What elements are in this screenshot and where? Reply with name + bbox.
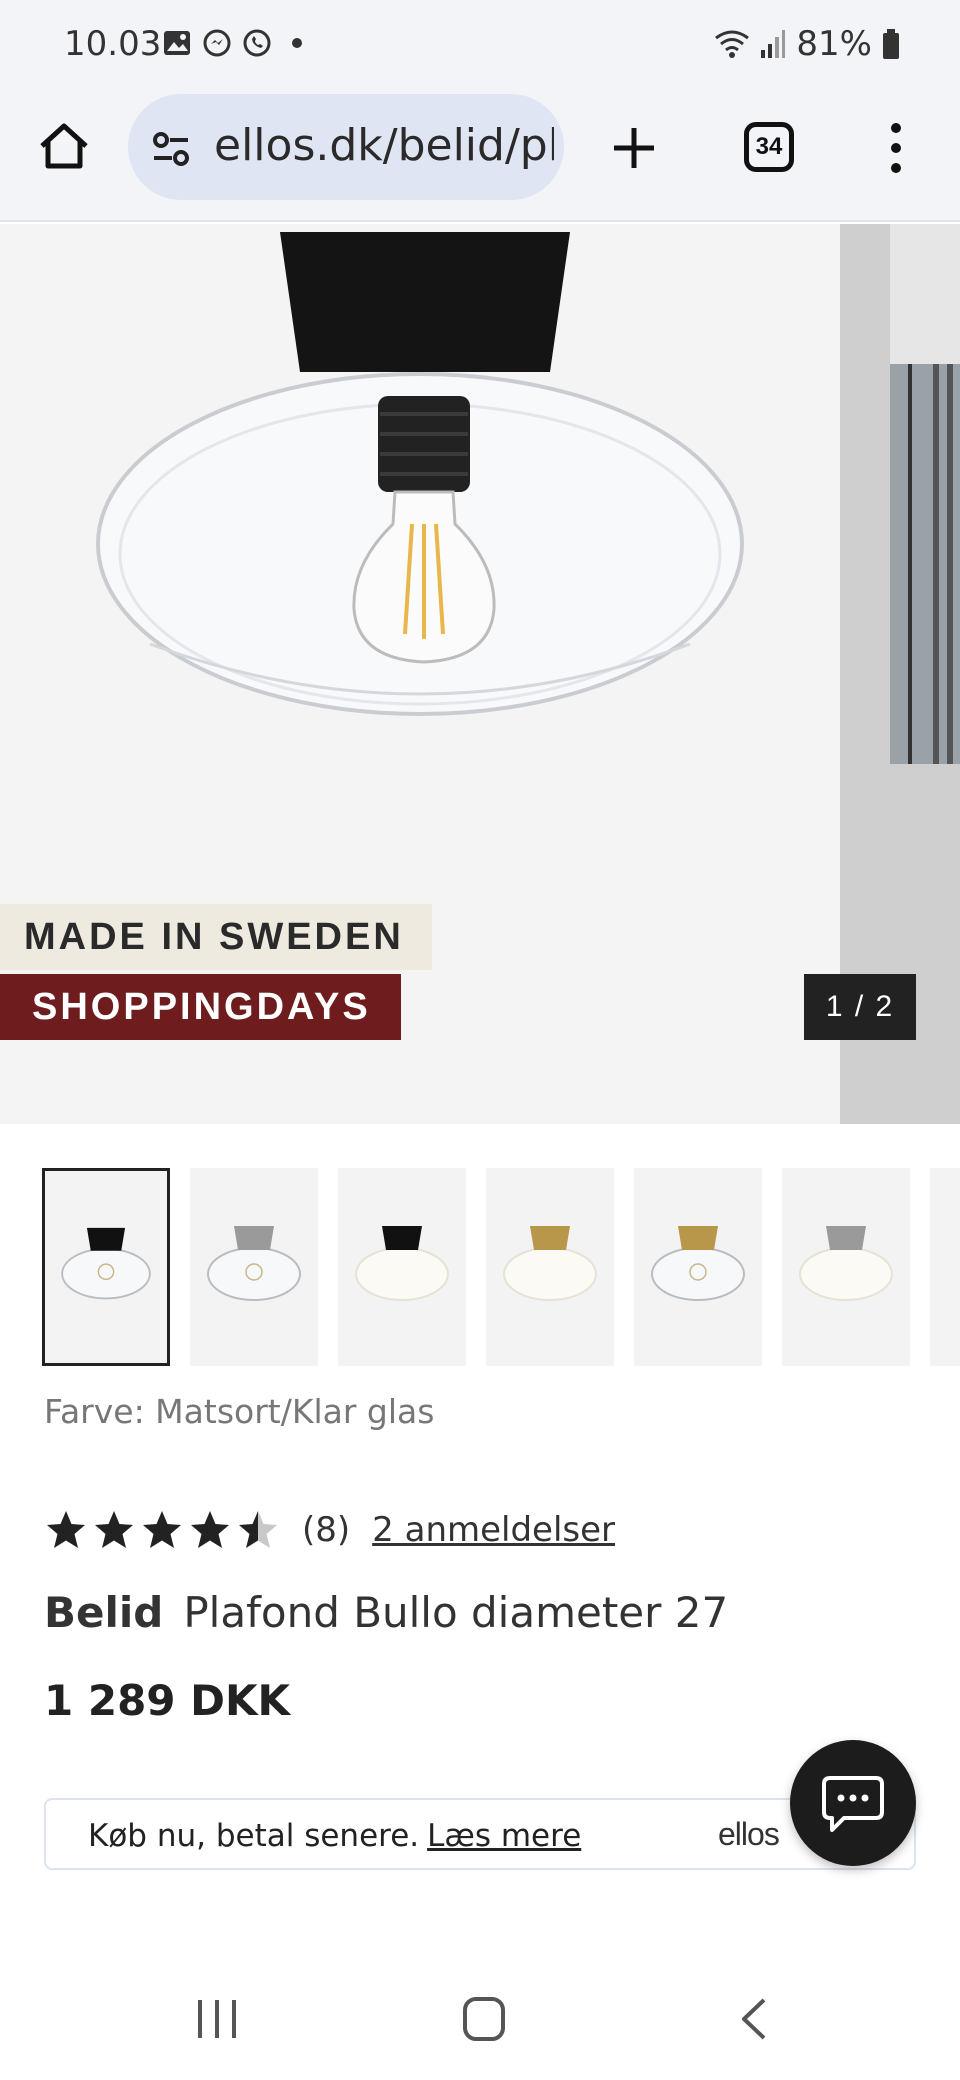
pay-later-text-wrap: Køb nu, betal senere. Læs mere — [88, 1818, 581, 1854]
ellos-logo: ellos — [718, 1816, 780, 1852]
site-settings-icon[interactable] — [150, 128, 192, 170]
home-icon[interactable] — [36, 118, 92, 174]
thumbnail-6[interactable] — [782, 1168, 910, 1366]
notification-icons — [162, 28, 312, 58]
signal-icon — [761, 30, 786, 58]
thumbnail-2[interactable] — [190, 1168, 318, 1366]
thumbnail-image — [651, 1226, 745, 1301]
image-counter: 1 / 2 — [804, 974, 916, 1040]
address-bar[interactable]: ellos.dk/belid/pla — [128, 94, 564, 200]
battery-percent: 81% — [796, 24, 872, 64]
back-icon[interactable] — [738, 1996, 768, 2042]
thumbnail-3[interactable] — [338, 1168, 466, 1366]
thumbnail-image — [355, 1226, 449, 1301]
product-title: Belid Plafond Bullo diameter 27 — [44, 1588, 728, 1637]
recents-icon[interactable] — [194, 1996, 240, 2042]
rating-count: (8) — [302, 1510, 351, 1550]
thumbnail-4[interactable] — [486, 1168, 614, 1366]
system-nav-bar — [0, 1960, 960, 2080]
star-icon — [47, 1511, 85, 1548]
reviews-link[interactable]: 2 anmeldelser — [372, 1510, 615, 1550]
star-icon — [191, 1511, 229, 1548]
new-tab-icon[interactable] — [606, 120, 662, 176]
thumbnail-1[interactable] — [42, 1168, 170, 1366]
star-icon — [239, 1511, 277, 1548]
chat-icon — [822, 1776, 884, 1832]
status-time: 10.03 — [64, 24, 162, 64]
pay-later-text: Køb nu, betal senere. — [88, 1818, 420, 1854]
product-price: 1 289 DKK — [44, 1676, 291, 1725]
thumbnail-strip — [42, 1168, 960, 1366]
thumbnail-5[interactable] — [634, 1168, 762, 1366]
messenger-icon — [203, 29, 231, 57]
whatsapp-icon — [243, 29, 271, 57]
battery-icon — [883, 29, 899, 59]
chat-button[interactable] — [790, 1740, 916, 1866]
shoppingdays-badge: SHOPPINGDAYS — [0, 974, 401, 1040]
more-icon[interactable] — [882, 120, 910, 176]
made-in-sweden-badge: MADE IN SWEDEN — [0, 904, 432, 970]
product-image-carousel[interactable]: MADE IN SWEDEN SHOPPINGDAYS 1 / 2 — [0, 224, 960, 1124]
pay-later-banner: Køb nu, betal senere. Læs mere ellos — [44, 1798, 916, 1870]
url-text[interactable]: ellos.dk/belid/pla — [214, 120, 554, 171]
dot-icon — [292, 38, 302, 48]
rating-row: (8) 2 anmeldelser — [44, 1500, 615, 1560]
thumbnail-image — [503, 1226, 597, 1301]
read-more-link[interactable]: Læs mere — [427, 1818, 581, 1854]
thumbnail-image — [207, 1226, 301, 1301]
home-nav-icon[interactable] — [462, 1996, 506, 2042]
thumbnail-image — [799, 1226, 893, 1301]
tab-count: 34 — [755, 133, 783, 160]
product-name: Plafond Bullo diameter 27 — [183, 1588, 729, 1637]
gallery-icon — [164, 31, 190, 55]
star-icon — [95, 1511, 133, 1548]
star-rating — [44, 1508, 280, 1552]
status-bar: 10.03 81% — [0, 0, 960, 90]
tabs-button[interactable]: 34 — [744, 122, 794, 172]
star-icon — [143, 1511, 181, 1548]
thumbnail-image — [61, 1227, 151, 1300]
wifi-icon — [715, 30, 750, 58]
browser-toolbar: ellos.dk/belid/pla 34 — [0, 90, 960, 222]
brand-name[interactable]: Belid — [44, 1588, 163, 1637]
color-label: Farve: Matsort/Klar glas — [44, 1392, 435, 1431]
thumbnail-partial[interactable] — [930, 1168, 960, 1366]
status-right: 81% — [714, 24, 900, 64]
